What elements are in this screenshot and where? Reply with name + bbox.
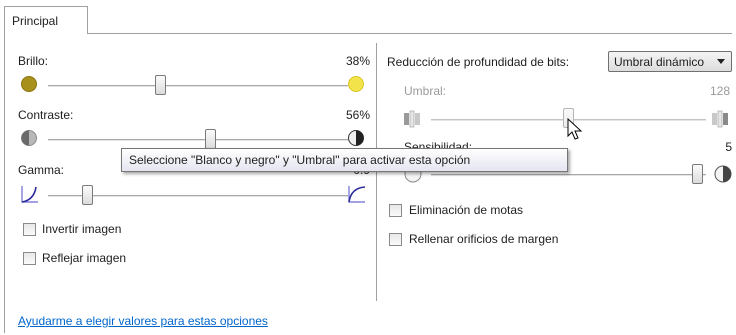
sensitivity-high-icon [714,165,732,183]
despeckle-checkbox[interactable] [389,204,402,217]
brightness-high-icon [348,76,364,92]
tab-principal-label: Principal [12,14,59,28]
threshold-low-icon [404,110,420,128]
mirror-image-label: Reflejar imagen [42,251,127,265]
contrast-low-icon [21,130,37,146]
contrast-value: 56% [345,108,370,122]
gamma-slider-track[interactable] [48,195,348,196]
help-choose-values-link[interactable]: Ayudarme a elegir valores para estas opc… [18,314,268,328]
brightness-slider-thumb[interactable] [155,75,166,95]
gamma-low-icon [21,186,38,203]
threshold-label: Umbral: [404,84,447,98]
bit-depth-select[interactable]: Umbral dinámico [608,51,732,72]
sensitivity-slider-thumb[interactable] [692,164,703,184]
brightness-slider-track[interactable] [48,85,348,86]
brightness-label: Brillo: [18,54,49,68]
tab-principal[interactable]: Principal [4,6,88,34]
sensitivity-slider-track[interactable] [431,174,706,175]
invert-image-label: Invertir imagen [42,222,122,236]
contrast-high-icon [348,130,364,146]
bit-depth-selected-value: Umbral dinámico [614,55,705,69]
mirror-image-checkbox[interactable] [23,252,36,265]
sensitivity-value: 5 [725,140,732,154]
threshold-value: 128 [709,84,730,98]
gamma-label: Gamma: [18,163,65,177]
fill-edge-holes-checkbox[interactable] [389,233,402,246]
mouse-cursor-icon [567,118,583,140]
brightness-value: 38% [345,54,370,68]
bit-depth-label: Reducción de profundidad de bits: [387,55,570,69]
column-divider [376,43,377,301]
contrast-slider-track[interactable] [48,139,348,140]
gamma-high-icon [348,186,366,203]
gamma-slider-thumb[interactable] [82,185,93,205]
chevron-down-icon [717,59,725,64]
contrast-label: Contraste: [18,108,74,122]
threshold-high-icon [712,110,728,128]
tooltip: Seleccione "Blanco y negro" y "Umbral" p… [121,148,568,172]
tab-panel [4,33,732,333]
contrast-slider-thumb[interactable] [205,129,216,149]
fill-edge-holes-label: Rellenar orificios de margen [409,232,559,246]
despeckle-label: Eliminación de motas [409,203,524,217]
brightness-low-icon [21,76,37,92]
invert-image-checkbox[interactable] [23,223,36,236]
